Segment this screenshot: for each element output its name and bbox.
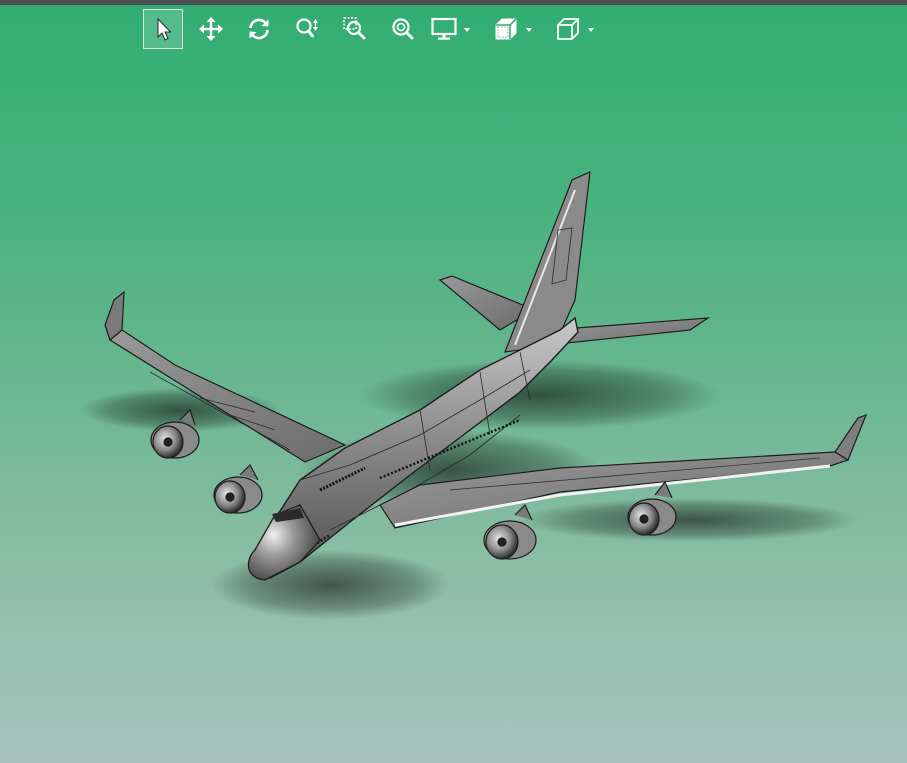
zoom-dynamic-button[interactable] bbox=[287, 9, 327, 49]
chevron-down-icon bbox=[526, 28, 532, 32]
zoom-updown-icon bbox=[296, 18, 318, 38]
zoom-window-icon bbox=[343, 17, 366, 40]
airplane-3d-model bbox=[80, 171, 868, 620]
window-top-border bbox=[0, 0, 907, 5]
shaded-cube-icon bbox=[495, 18, 517, 40]
chevron-down-icon bbox=[588, 28, 594, 32]
wireframe-cube-icon bbox=[557, 18, 579, 40]
view-toolbar bbox=[143, 9, 617, 49]
chevron-down-icon bbox=[464, 28, 470, 32]
zoom-fit-icon bbox=[392, 18, 414, 40]
pan-move-icon bbox=[199, 17, 223, 41]
zoom-fit-button[interactable] bbox=[383, 9, 423, 49]
rotate-tool-button[interactable] bbox=[239, 9, 279, 49]
zoom-window-button[interactable] bbox=[335, 9, 375, 49]
monitor-icon bbox=[431, 17, 457, 40]
view-orientation-dropdown[interactable] bbox=[555, 9, 599, 49]
select-arrow-icon bbox=[157, 17, 172, 41]
display-mode-dropdown[interactable] bbox=[431, 9, 475, 49]
3d-viewport[interactable] bbox=[0, 55, 907, 763]
pan-tool-button[interactable] bbox=[191, 9, 231, 49]
rotate-icon bbox=[249, 18, 269, 40]
select-tool-button[interactable] bbox=[143, 9, 183, 49]
render-style-dropdown[interactable] bbox=[493, 9, 537, 49]
